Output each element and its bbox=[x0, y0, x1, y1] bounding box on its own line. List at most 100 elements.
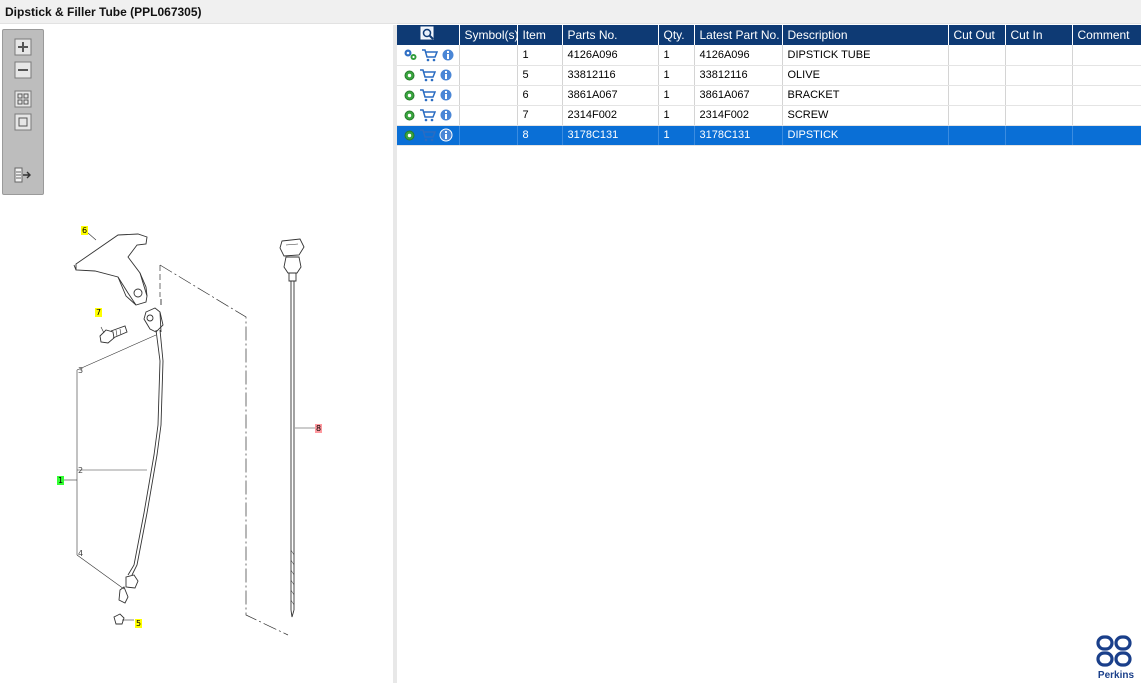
column-header-cut-in[interactable]: Cut In bbox=[1005, 25, 1073, 45]
cell-parts-no: 4126A096 bbox=[562, 45, 659, 66]
table-row[interactable]: 8 3178C131 1 3178C131 DIPSTICK bbox=[397, 125, 1141, 146]
column-header-item[interactable]: Item bbox=[517, 25, 563, 45]
callout-6[interactable]: 6 bbox=[81, 226, 89, 235]
fit-all-icon[interactable] bbox=[14, 90, 32, 108]
parts-drawing bbox=[64, 232, 315, 636]
cell-cut-out bbox=[948, 125, 1006, 146]
column-header-symbols[interactable]: Symbol(s) bbox=[459, 25, 518, 45]
column-header-description[interactable]: Description bbox=[782, 25, 949, 45]
cart-icon[interactable] bbox=[419, 128, 436, 142]
diagram-pane[interactable]: 6 7 3 2 1 4 5 8 bbox=[0, 25, 393, 683]
cell-description: OLIVE bbox=[782, 65, 949, 86]
cell-item: 5 bbox=[517, 65, 563, 86]
cell-qty: 1 bbox=[658, 105, 695, 126]
callout-7[interactable]: 7 bbox=[95, 308, 103, 317]
info-icon[interactable] bbox=[441, 48, 455, 62]
cell-latest-part-no: 33812116 bbox=[694, 65, 783, 86]
callout-3: 3 bbox=[78, 366, 84, 375]
cell-comment bbox=[1072, 105, 1141, 126]
cell-parts-no: 2314F002 bbox=[562, 105, 659, 126]
exploded-diagram[interactable]: 6 7 3 2 1 4 5 8 bbox=[0, 25, 393, 683]
column-header-parts-no[interactable]: Parts No. bbox=[562, 25, 659, 45]
cell-parts-no: 3178C131 bbox=[562, 125, 659, 146]
column-chooser-button[interactable] bbox=[397, 25, 460, 45]
parts-list-pane: Symbol(s) Item Parts No. Qty. Latest Par… bbox=[397, 25, 1141, 683]
cell-latest-part-no: 4126A096 bbox=[694, 45, 783, 66]
callout-8[interactable]: 8 bbox=[315, 424, 323, 433]
row-actions bbox=[397, 45, 460, 66]
table-row[interactable]: 5 33812116 1 33812116 OLIVE bbox=[397, 65, 1141, 86]
info-icon[interactable] bbox=[439, 128, 453, 142]
cell-latest-part-no: 3178C131 bbox=[694, 125, 783, 146]
cell-description: SCREW bbox=[782, 105, 949, 126]
table-row[interactable]: 7 2314F002 1 2314F002 SCREW bbox=[397, 105, 1141, 126]
gears-icon bbox=[403, 48, 418, 61]
cell-latest-part-no: 3861A067 bbox=[694, 85, 783, 106]
cell-cut-out bbox=[948, 65, 1006, 86]
column-header-latest-part-no[interactable]: Latest Part No. bbox=[694, 25, 783, 45]
info-icon[interactable] bbox=[439, 88, 453, 102]
table-row[interactable]: 1 4126A096 1 4126A096 DIPSTICK TUBE bbox=[397, 45, 1141, 66]
column-header-comment[interactable]: Comment bbox=[1072, 25, 1141, 45]
cell-parts-no: 33812116 bbox=[562, 65, 659, 86]
cell-cut-out bbox=[948, 45, 1006, 66]
zoom-out-icon[interactable] bbox=[14, 61, 32, 79]
zoom-toolbar bbox=[2, 29, 44, 195]
cell-comment bbox=[1072, 85, 1141, 106]
column-header-qty[interactable]: Qty. bbox=[658, 25, 695, 45]
gear-icon bbox=[403, 69, 416, 82]
parts-table: Symbol(s) Item Parts No. Qty. Latest Par… bbox=[397, 25, 1141, 146]
callout-4: 4 bbox=[78, 549, 84, 558]
cell-cut-out bbox=[948, 85, 1006, 106]
cart-icon[interactable] bbox=[419, 108, 436, 122]
cart-icon[interactable] bbox=[419, 88, 436, 102]
gear-icon bbox=[403, 129, 416, 142]
search-list-icon bbox=[420, 26, 434, 40]
cell-item: 8 bbox=[517, 125, 563, 146]
cart-icon[interactable] bbox=[419, 68, 436, 82]
cell-cut-in bbox=[1005, 85, 1073, 106]
cart-icon[interactable] bbox=[421, 48, 438, 62]
cell-symbols bbox=[459, 45, 518, 66]
gear-icon bbox=[403, 109, 416, 122]
cell-qty: 1 bbox=[658, 65, 695, 86]
info-icon[interactable] bbox=[439, 108, 453, 122]
cell-comment bbox=[1072, 125, 1141, 146]
zoom-in-icon[interactable] bbox=[14, 38, 32, 56]
cell-symbols bbox=[459, 125, 518, 146]
row-actions bbox=[397, 105, 460, 126]
cell-cut-out bbox=[948, 105, 1006, 126]
callout-2: 2 bbox=[78, 466, 84, 475]
cell-description: DIPSTICK bbox=[782, 125, 949, 146]
cell-item: 7 bbox=[517, 105, 563, 126]
cell-qty: 1 bbox=[658, 45, 695, 66]
perkins-logo: Perkins bbox=[1094, 635, 1138, 681]
cell-symbols bbox=[459, 85, 518, 106]
callout-5[interactable]: 5 bbox=[135, 619, 143, 628]
column-header-cut-out[interactable]: Cut Out bbox=[948, 25, 1006, 45]
cell-cut-in bbox=[1005, 45, 1073, 66]
cell-comment bbox=[1072, 65, 1141, 86]
callout-1[interactable]: 1 bbox=[57, 476, 65, 485]
export-list-icon[interactable] bbox=[14, 166, 32, 184]
fit-page-icon[interactable] bbox=[14, 113, 32, 131]
cell-qty: 1 bbox=[658, 125, 695, 146]
table-row[interactable]: 6 3861A067 1 3861A067 BRACKET bbox=[397, 85, 1141, 106]
row-actions bbox=[397, 85, 460, 106]
info-icon[interactable] bbox=[439, 68, 453, 82]
cell-parts-no: 3861A067 bbox=[562, 85, 659, 106]
table-header: Symbol(s) Item Parts No. Qty. Latest Par… bbox=[397, 25, 1141, 45]
cell-cut-in bbox=[1005, 65, 1073, 86]
cell-latest-part-no: 2314F002 bbox=[694, 105, 783, 126]
cell-cut-in bbox=[1005, 105, 1073, 126]
title-bar: Dipstick & Filler Tube (PPL067305) bbox=[0, 0, 1141, 24]
cell-cut-in bbox=[1005, 125, 1073, 146]
row-actions bbox=[397, 125, 460, 146]
cell-item: 6 bbox=[517, 85, 563, 106]
gear-icon bbox=[403, 89, 416, 102]
cell-symbols bbox=[459, 105, 518, 126]
perkins-logo-icon bbox=[1096, 635, 1132, 667]
row-actions bbox=[397, 65, 460, 86]
cell-description: DIPSTICK TUBE bbox=[782, 45, 949, 66]
cell-description: BRACKET bbox=[782, 85, 949, 106]
